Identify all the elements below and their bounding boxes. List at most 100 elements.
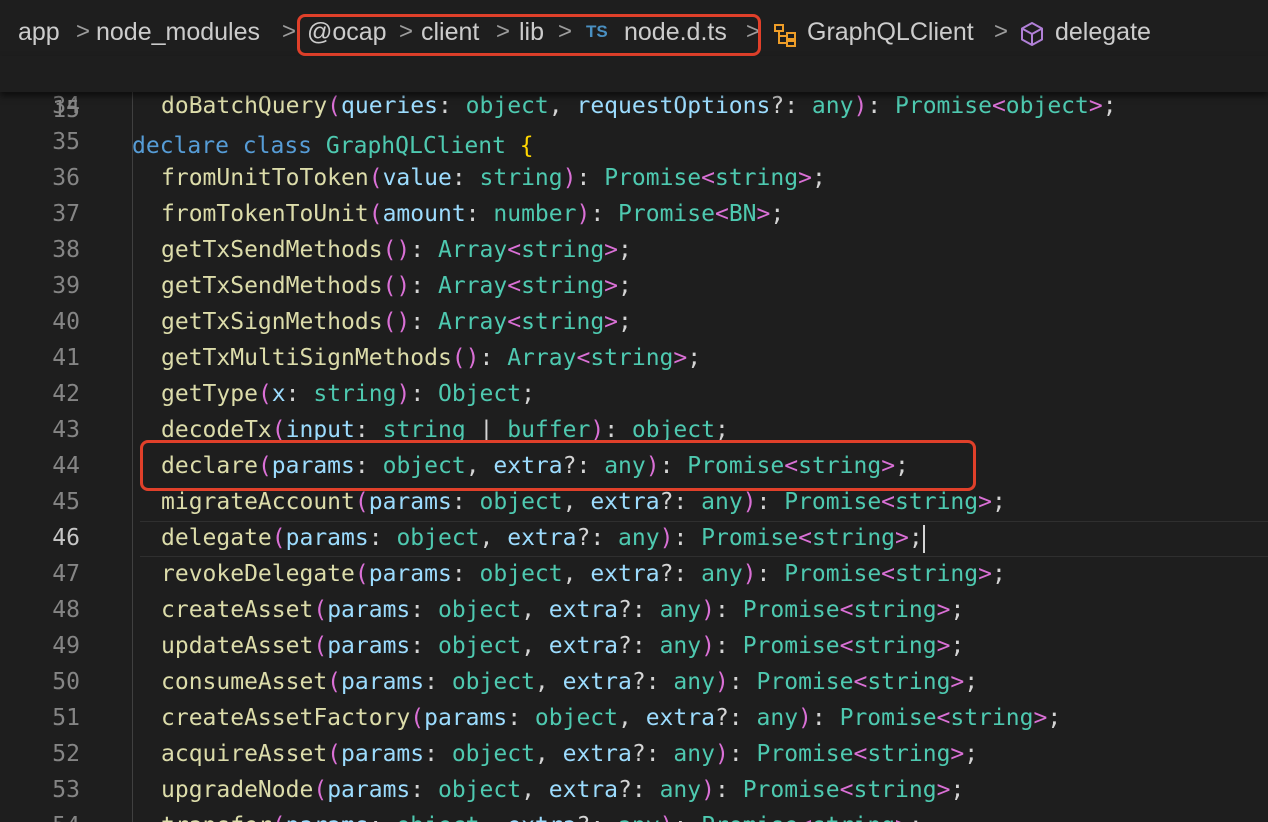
code-token: ) (742, 561, 757, 587)
code-token: ; (1047, 705, 1062, 731)
code-line[interactable]: 42 getType(x: string): Object; (0, 376, 1268, 412)
code-token: ( (313, 597, 328, 623)
code-token: : (369, 813, 397, 822)
code-token: ) (798, 705, 812, 731)
code-token: object (437, 597, 522, 623)
line-number: 48 (52, 597, 80, 623)
code-token: object (479, 489, 563, 515)
code-token: : (410, 309, 438, 335)
code-token: ; (618, 237, 632, 263)
code-token: , (548, 93, 577, 119)
code-line[interactable]: 34 doBatchQuery(queries: object, requestO… (0, 88, 1268, 124)
code-token: upgradeNode (161, 777, 314, 803)
code-token: < (853, 669, 868, 695)
code-token: any (618, 813, 660, 822)
code-line[interactable]: 46 delegate(params: object, extra?: any):… (0, 520, 1268, 556)
breadcrumb-item-app[interactable]: app (18, 18, 60, 47)
code-token: ( (354, 489, 369, 515)
sticky-scroll-header[interactable]: 15 declare class GraphQLClient { (0, 56, 1268, 159)
breadcrumb-separator-icon: > (994, 18, 1009, 45)
line-number: 46 (52, 525, 80, 551)
line-number: 53 (52, 777, 80, 803)
line-source: fromTokenToUnit(amount: number): Promise… (161, 196, 784, 232)
code-token: ) (701, 633, 715, 659)
code-token: string (895, 561, 979, 587)
code-token: : (285, 381, 314, 407)
code-line[interactable]: 52 acquireAsset(params: object, extra?: a… (0, 736, 1268, 772)
code-token: string (853, 633, 937, 659)
code-token: any (618, 525, 660, 551)
code-token: params (327, 633, 411, 659)
line-source: getTxSendMethods(): Array<string>; (161, 232, 632, 268)
code-line[interactable]: 37 fromTokenToUnit(amount: number): Promi… (0, 196, 1268, 232)
code-token: createAssetFactory (161, 705, 411, 731)
code-token: Promise (742, 597, 840, 623)
code-token: amount (382, 201, 466, 227)
code-token: Promise (604, 165, 702, 191)
breadcrumb-item-class[interactable]: GraphQLClient (807, 18, 974, 47)
code-token: Promise (784, 561, 882, 587)
code-line[interactable]: 53 upgradeNode(params: object, extra?: an… (0, 772, 1268, 808)
breadcrumb-item-method[interactable]: delegate (1055, 18, 1151, 47)
code-token: ?: (618, 633, 660, 659)
code-token: transfer (161, 813, 272, 822)
code-token: : (756, 489, 785, 515)
code-token: : (714, 597, 743, 623)
line-source: createAssetFactory(params: object, extra… (161, 700, 1061, 736)
class-name-token: GraphQLClient (325, 133, 506, 159)
code-line[interactable]: 38 getTxSendMethods(): Array<string>; (0, 232, 1268, 268)
code-token: string (521, 237, 605, 263)
code-token: Promise (784, 489, 882, 515)
code-token: object (437, 633, 522, 659)
code-token: , (618, 705, 646, 731)
code-token: string (812, 813, 895, 822)
code-token: : (410, 633, 438, 659)
code-token: Array (437, 237, 508, 263)
code-token: any (659, 597, 702, 623)
code-line[interactable]: 40 getTxSignMethods(): Array<string>; (0, 304, 1268, 340)
code-token: Promise (742, 777, 840, 803)
code-line[interactable]: 50 consumeAsset(params: object, extra?: a… (0, 664, 1268, 700)
brace-token: { (519, 133, 534, 159)
line-source: updateAsset(params: object, extra?: any)… (161, 628, 964, 664)
code-token: ( (327, 669, 342, 695)
code-token: string (811, 525, 896, 551)
code-token: fromUnitToToken (161, 165, 369, 191)
code-token: , (534, 741, 563, 767)
code-token: < (853, 741, 868, 767)
code-token: ?: (631, 741, 674, 767)
code-line[interactable]: 47 revokeDelegate(params: object, extra?:… (0, 556, 1268, 592)
code-token: : (714, 777, 743, 803)
code-token: number (493, 201, 577, 227)
code-token: Object (438, 381, 522, 407)
code-token: ) (701, 597, 715, 623)
code-token: ; (521, 381, 535, 407)
code-line[interactable]: 54 transfer(params: object, extra?: any):… (0, 808, 1268, 822)
code-line[interactable]: 41 getTxMultiSignMethods(): Array<string>… (0, 340, 1268, 376)
line-number: 39 (52, 273, 80, 299)
code-token: ( (354, 561, 369, 587)
code-token: : (479, 345, 508, 371)
code-token: ; (909, 813, 923, 822)
code-line[interactable]: 48 createAsset(params: object, extra?: an… (0, 592, 1268, 628)
code-token: requestOptions (576, 93, 771, 119)
code-token: > (936, 597, 951, 623)
code-line[interactable]: 49 updateAsset(params: object, extra?: an… (0, 628, 1268, 664)
code-line[interactable]: 51 createAssetFactory(params: object, ext… (0, 700, 1268, 736)
code-token: () (451, 345, 480, 371)
code-line[interactable]: 36 fromUnitToToken(value: string): Promis… (0, 160, 1268, 196)
code-token: string (479, 165, 563, 191)
code-token: < (507, 309, 522, 335)
code-token: , (480, 813, 508, 822)
code-token: , (562, 561, 591, 587)
code-token: string (867, 741, 951, 767)
code-token: , (562, 489, 591, 515)
code-token: string (853, 777, 937, 803)
code-line[interactable]: 39 getTxSendMethods(): Array<string>; (0, 268, 1268, 304)
line-number: 50 (52, 669, 80, 695)
line-number: 43 (52, 417, 80, 443)
line-source: getTxSignMethods(): Array<string>; (161, 304, 632, 340)
code-token: params (424, 705, 508, 731)
breadcrumb-item-node-modules[interactable]: node_modules (96, 18, 260, 47)
code-token: ( (410, 705, 425, 731)
